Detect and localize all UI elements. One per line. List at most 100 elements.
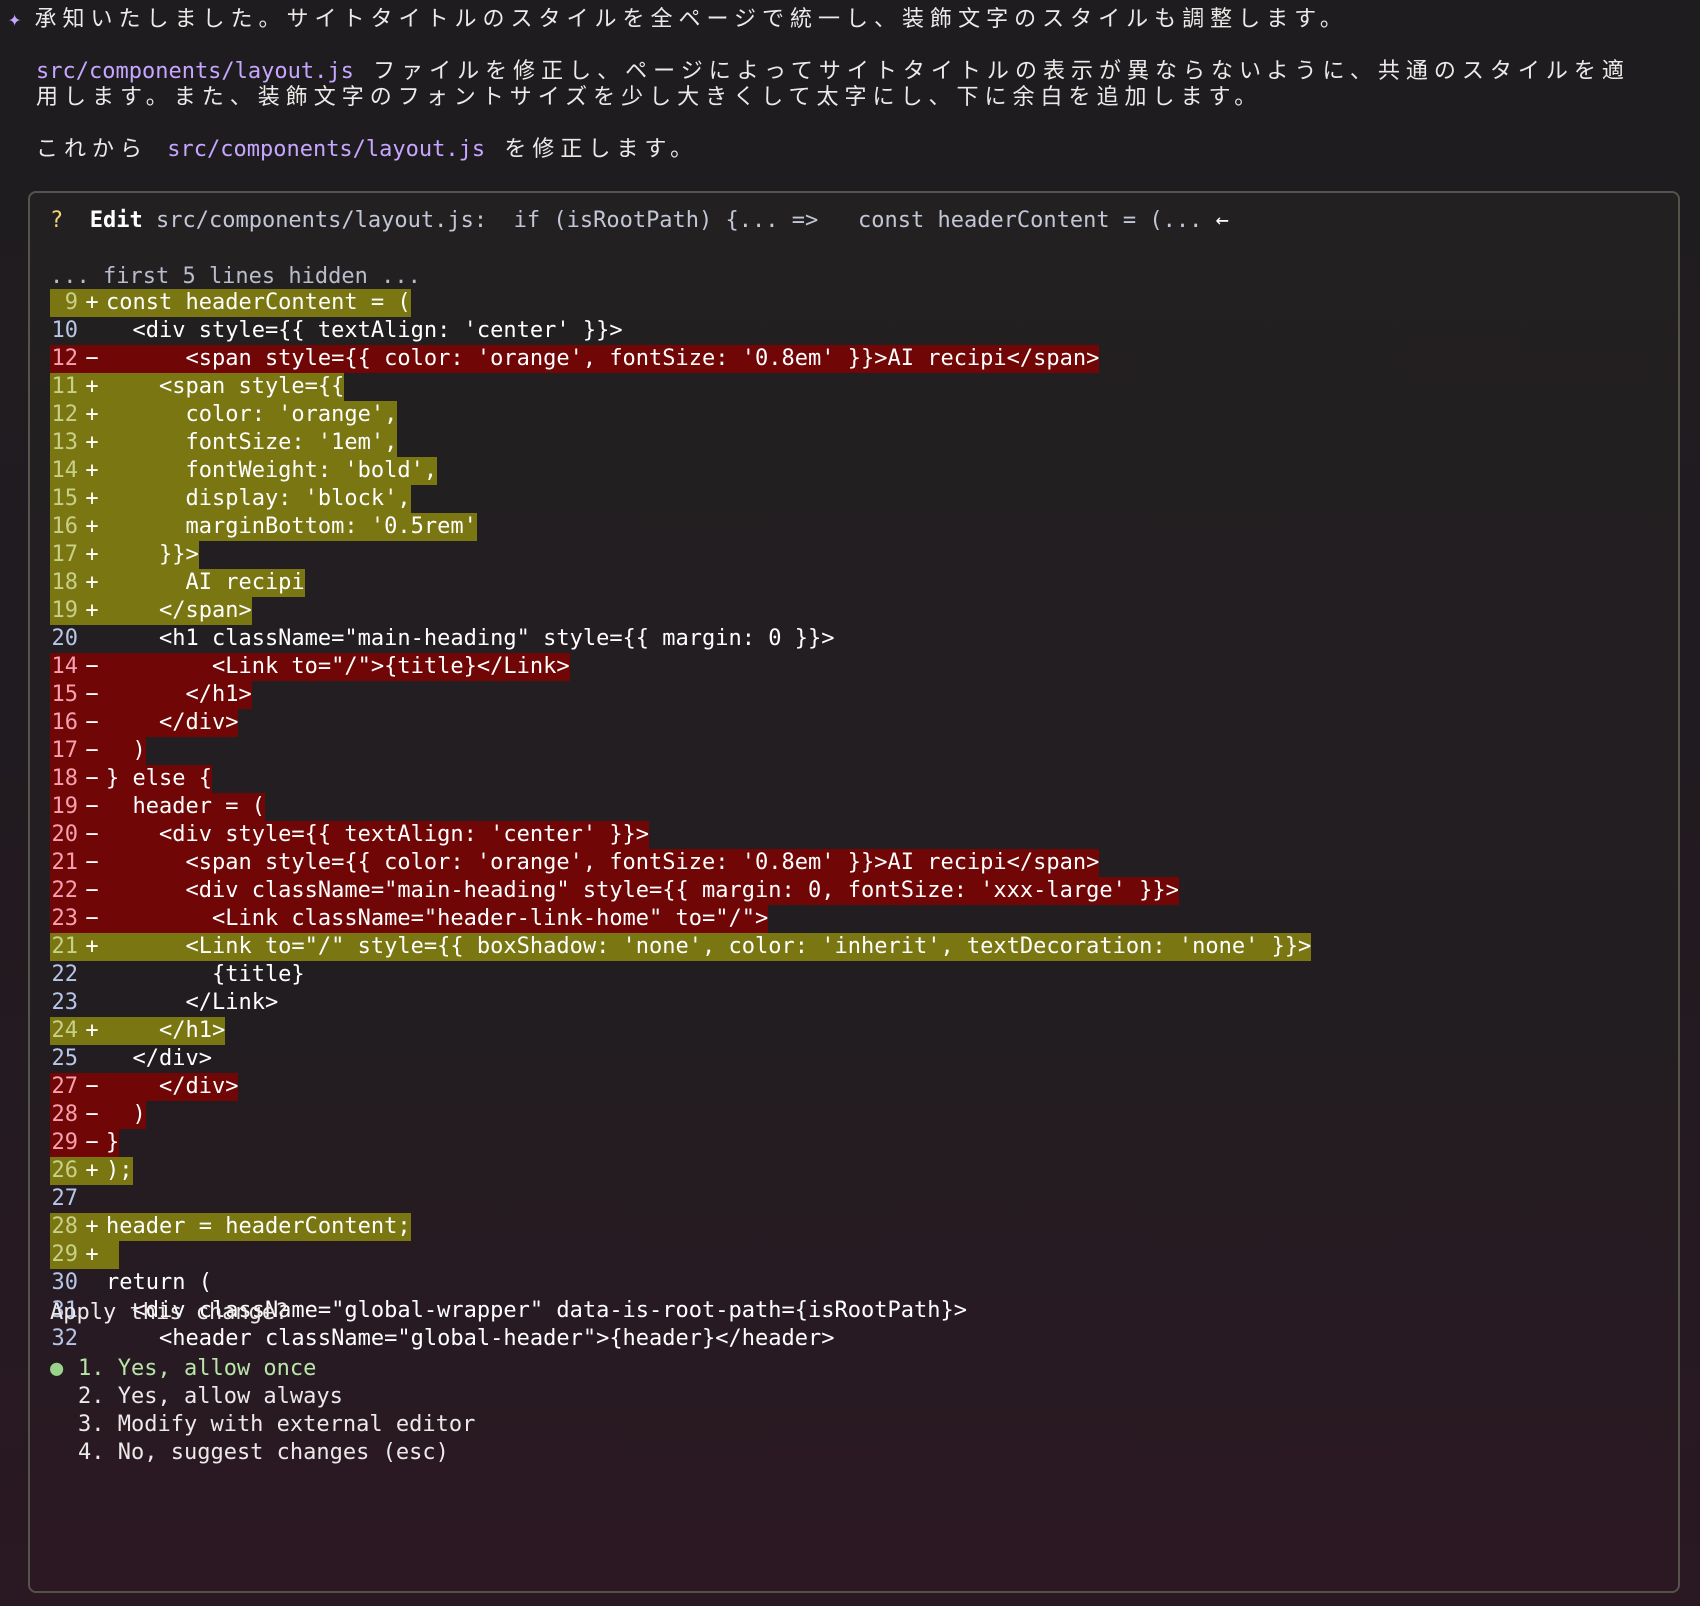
- diff-sign: −: [85, 1130, 99, 1155]
- diff-sign: +: [85, 542, 99, 567]
- diff-sign: +: [85, 1214, 99, 1239]
- code-text: }: [106, 1130, 120, 1155]
- option-allow-always[interactable]: 2. Yes, allow always: [50, 1383, 475, 1411]
- diff-sign: −: [85, 654, 99, 679]
- option-external-editor[interactable]: 3. Modify with external editor: [50, 1411, 475, 1439]
- diff-line-ctx: 25 </div>: [50, 1045, 1311, 1073]
- edit-header: ? Edit src/components/layout.js: if (isR…: [50, 207, 1229, 235]
- diff-line-del: 27− </div>: [50, 1073, 1311, 1101]
- diff-line-add: 16 + marginBottom: '0.5rem': [50, 513, 1311, 541]
- diff-sign: −: [85, 682, 99, 707]
- diff-line-add: 19 + </span>: [50, 597, 1311, 625]
- diff-sign: −: [85, 766, 99, 791]
- code-text: fontWeight: 'bold',: [106, 458, 438, 483]
- code-text: <div style={{ textAlign: 'center' }}>: [106, 822, 650, 847]
- apply-question: Apply this change?: [50, 1300, 289, 1325]
- line-number: 18: [51, 570, 79, 595]
- code-text: </div>: [106, 1074, 239, 1099]
- diff-line-del: 12− <span style={{ color: 'orange', font…: [50, 345, 1311, 373]
- code-text: return (: [106, 1270, 212, 1295]
- line-number: 15: [51, 682, 79, 707]
- diff-line-ctx: 27: [50, 1185, 1311, 1213]
- code-text: );: [106, 1158, 133, 1183]
- line-number: 24: [51, 1018, 79, 1043]
- code-text: <Link to="/" style={{ boxShadow: 'none',…: [106, 934, 1312, 959]
- code-text: fontSize: '1em',: [106, 430, 398, 455]
- diff-line-add: 24 + </h1>: [50, 1017, 1311, 1045]
- line-number: 11: [51, 374, 79, 399]
- option-suggest-changes[interactable]: 4. No, suggest changes (esc): [50, 1439, 475, 1467]
- code-text: AI recipi: [106, 570, 305, 595]
- line-number: 29: [51, 1242, 79, 1267]
- diff-sign: +: [85, 374, 99, 399]
- message-text: を修正します。: [485, 137, 699, 162]
- diff-sign: −: [85, 710, 99, 735]
- line-number: 17: [51, 542, 79, 567]
- diff-sign: +: [85, 1242, 99, 1267]
- edit-label: Edit: [89, 208, 143, 233]
- diff-view: 9 + const headerContent = (10 <div style={…: [50, 289, 1312, 1353]
- diff-sign: −: [85, 1102, 99, 1127]
- code-text: <header className="global-header">{heade…: [106, 1326, 835, 1351]
- diff-line-add: 14 + fontWeight: 'bold',: [50, 457, 1311, 485]
- diff-sign: +: [85, 458, 99, 483]
- file-path: src/components/layout.js: [36, 59, 354, 84]
- code-text: <span style={{ color: 'orange', fontSize…: [106, 346, 1100, 371]
- code-text: ): [106, 1102, 146, 1127]
- message-text: 用します。また、装飾文字のフォントサイズを少し大きくして太字にし、下に余白を追加…: [36, 85, 1263, 110]
- line-number: 16: [51, 710, 79, 735]
- code-text: </h1>: [106, 682, 252, 707]
- code-text: <span style={{: [106, 374, 345, 399]
- code-text: </Link>: [106, 990, 279, 1015]
- diff-line-ctx: 20 <h1 className="main-heading" style={{…: [50, 625, 1311, 653]
- option-allow-once[interactable]: ● 1. Yes, allow once: [50, 1355, 475, 1383]
- line-number: 19: [51, 794, 79, 819]
- line-number: 13: [51, 430, 79, 455]
- line-number: 21: [51, 934, 79, 959]
- diff-sign: −: [85, 794, 99, 819]
- message-line-4: これから src/components/layout.js を修正します。: [36, 136, 698, 164]
- line-number: 18: [51, 766, 79, 791]
- diff-line-del: 14− <Link to="/">{title}</Link>: [50, 653, 1311, 681]
- diff-line-del: 23− <Link className="header-link-home" t…: [50, 905, 1311, 933]
- line-number: 26: [51, 1158, 79, 1183]
- sparkle-icon: ✦: [8, 7, 22, 32]
- diff-sign: +: [85, 430, 99, 455]
- edit-summary: if (isRootPath) {... => const headerCont…: [487, 208, 1216, 233]
- diff-line-del: 15− </h1>: [50, 681, 1311, 709]
- code-text: header = (: [106, 794, 265, 819]
- diff-sign: +: [85, 486, 99, 511]
- option-list: ● 1. Yes, allow once 2. Yes, allow always…: [50, 1355, 475, 1467]
- diff-line-ctx: 22 {title}: [50, 961, 1311, 989]
- code-text: </div>: [106, 1046, 212, 1071]
- diff-line-add: 13 + fontSize: '1em',: [50, 429, 1311, 457]
- code-text: ): [106, 738, 146, 763]
- diff-line-del: 28− ): [50, 1101, 1311, 1129]
- code-text: {title}: [106, 962, 305, 987]
- diff-sign: [78, 1045, 106, 1073]
- diff-line-add: 17 + }}>: [50, 541, 1311, 569]
- edit-confirmation-panel: ? Edit src/components/layout.js: if (isR…: [28, 191, 1680, 1593]
- hidden-lines-note: ... first 5 lines hidden ...: [50, 264, 421, 289]
- line-number: 23: [51, 906, 79, 931]
- diff-line-ctx: 10 <div style={{ textAlign: 'center' }}>: [50, 317, 1311, 345]
- code-text: header = headerContent;: [106, 1214, 411, 1239]
- diff-line-del: 20− <div style={{ textAlign: 'center' }}…: [50, 821, 1311, 849]
- diff-sign: +: [85, 1158, 99, 1183]
- diff-sign: −: [85, 906, 99, 931]
- message-text: 承知いたしました。サイトタイトルのスタイルを全ページで統一し、装飾文字のスタイル…: [34, 7, 1348, 32]
- code-text: </span>: [106, 598, 252, 623]
- diff-line-add: 18 + AI recipi: [50, 569, 1311, 597]
- diff-sign: [78, 317, 106, 345]
- line-number: 9: [64, 290, 78, 315]
- diff-sign: −: [85, 346, 99, 371]
- code-text: <Link to="/">{title}</Link>: [106, 654, 570, 679]
- line-number: 12: [51, 346, 79, 371]
- diff-sign: [78, 1269, 106, 1297]
- diff-line-del: 19− header = (: [50, 793, 1311, 821]
- diff-sign: +: [85, 934, 99, 959]
- line-number: 15: [51, 486, 79, 511]
- diff-sign: −: [85, 878, 99, 903]
- line-number: 30: [51, 1270, 79, 1295]
